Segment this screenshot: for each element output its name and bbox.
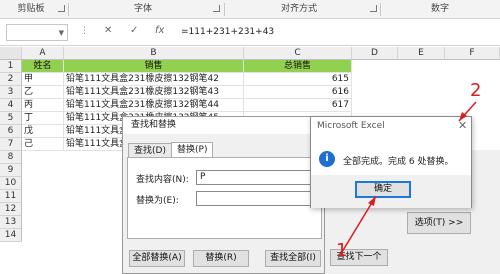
annotation-step-1: 1 bbox=[336, 240, 348, 261]
arrow-head-icon bbox=[368, 196, 376, 206]
annotation-step-2: 2 bbox=[470, 80, 482, 101]
annotation-overlay bbox=[341, 101, 477, 253]
